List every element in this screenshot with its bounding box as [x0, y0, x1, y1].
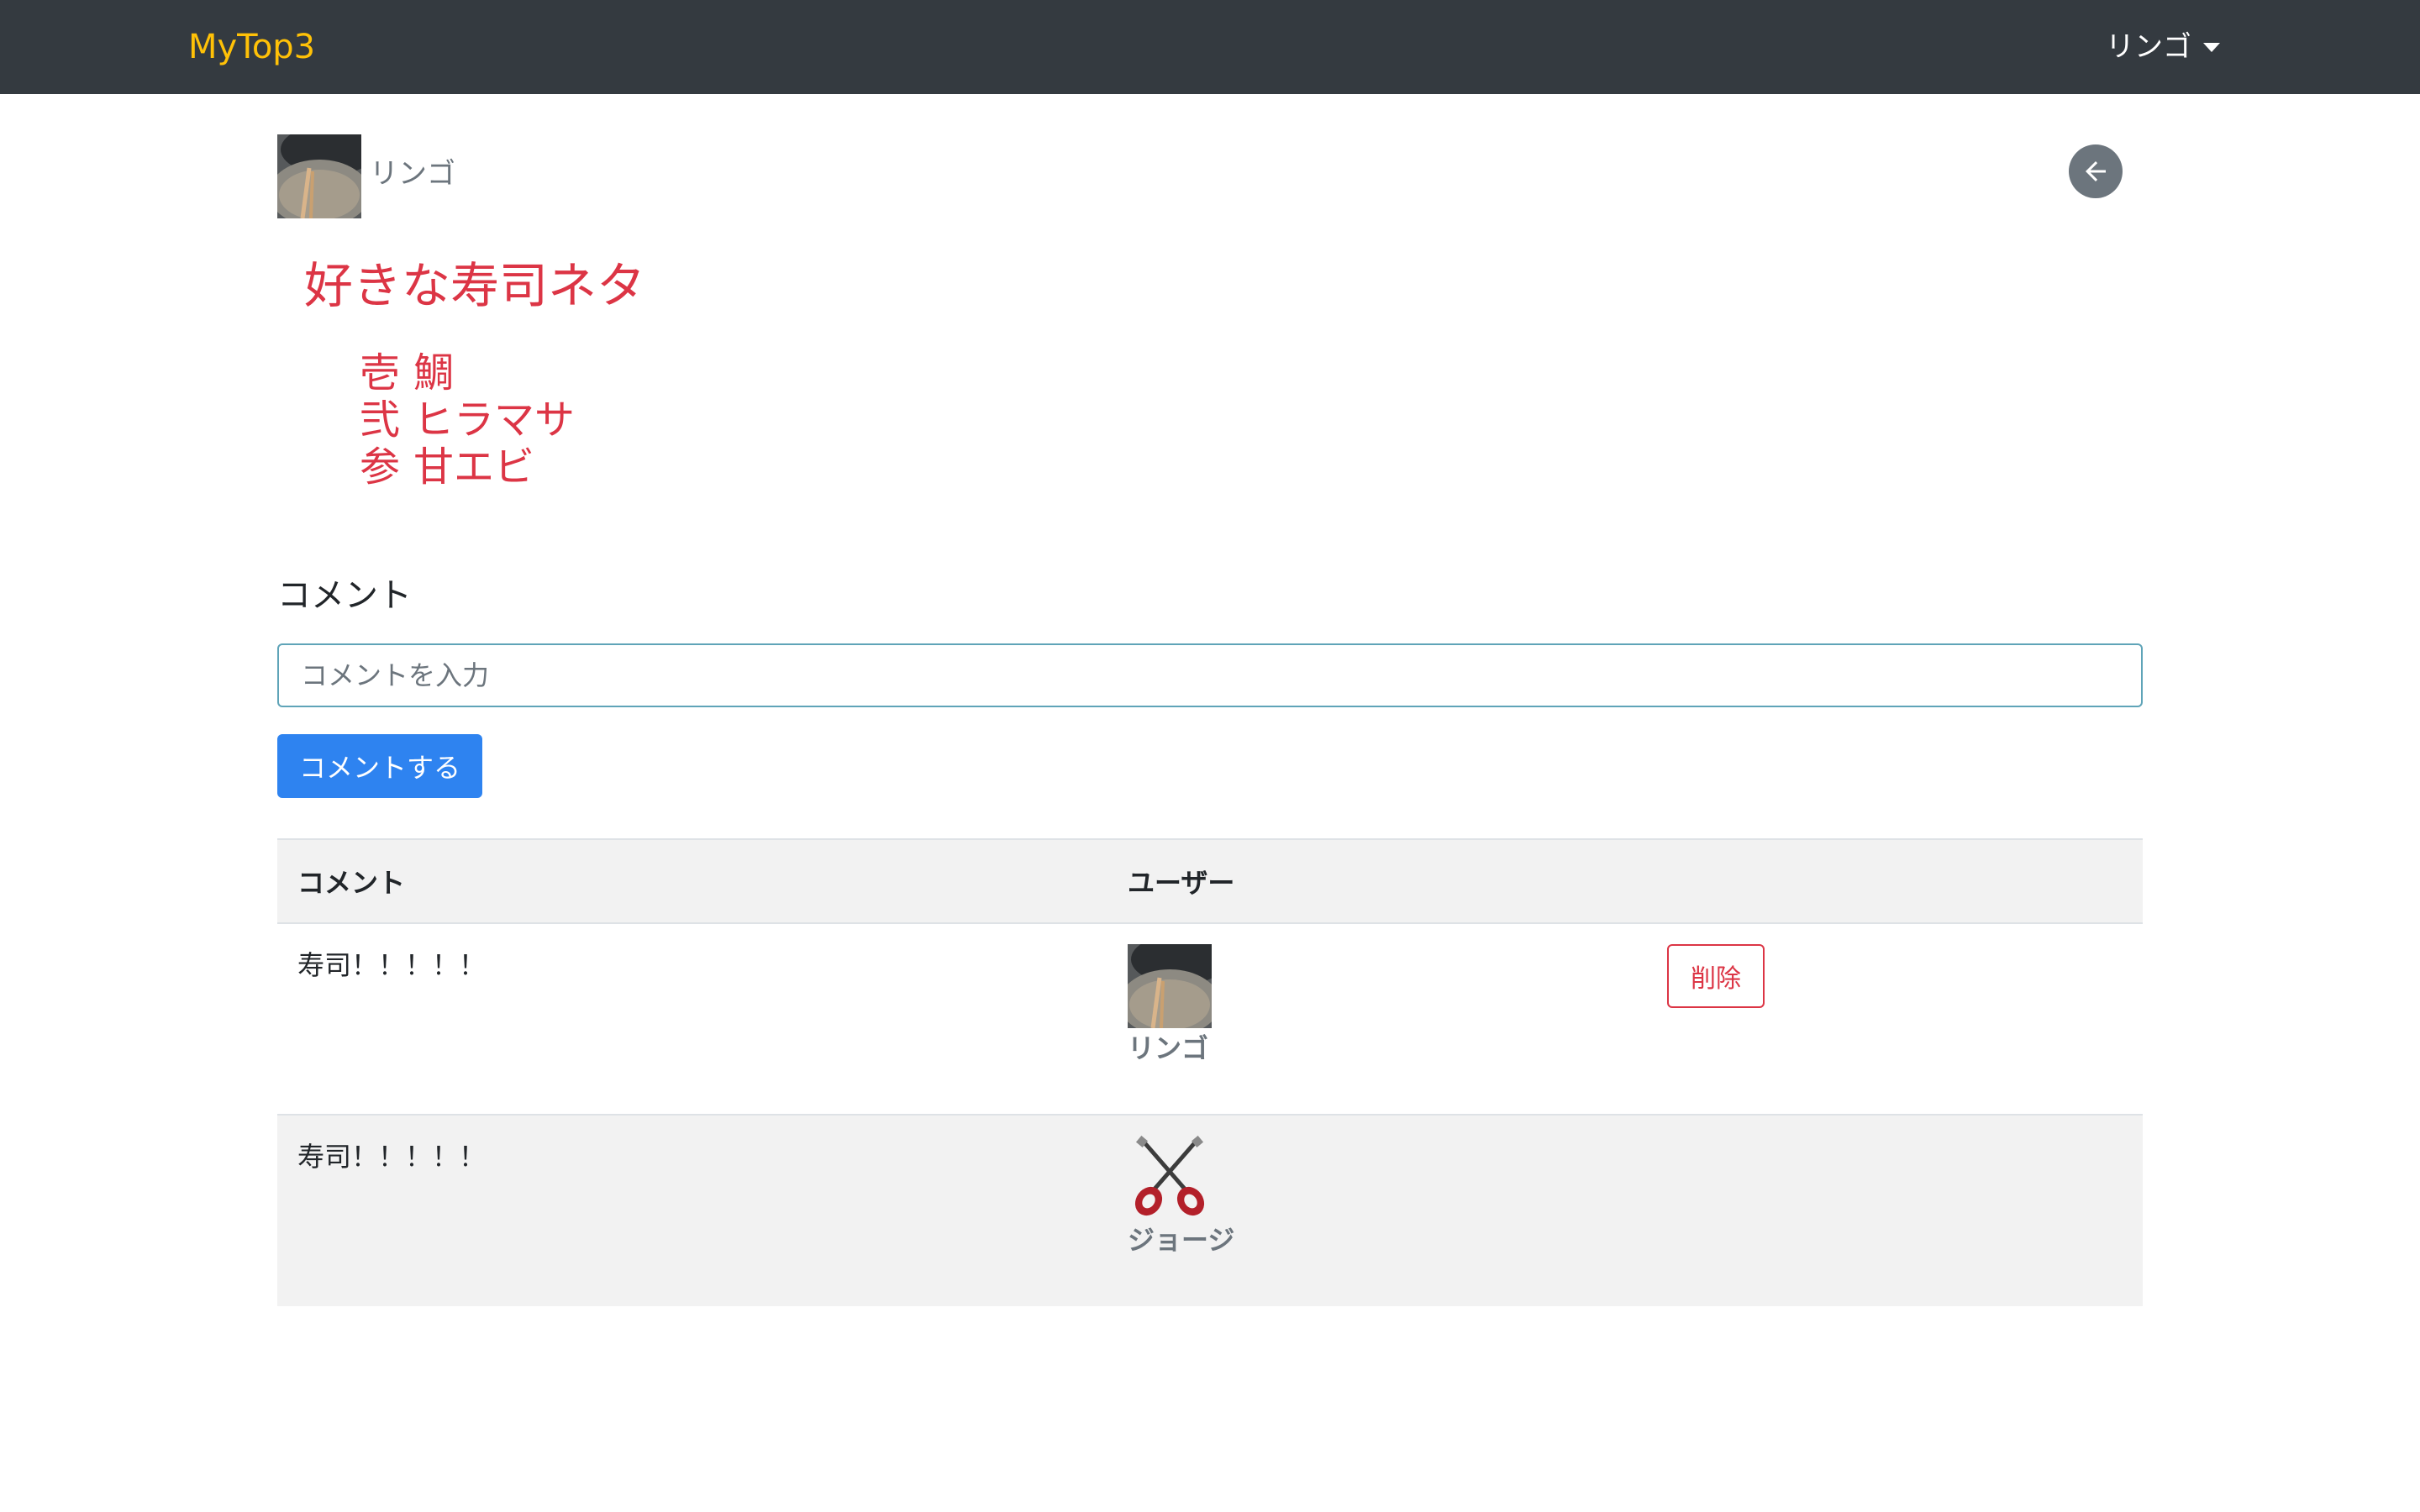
column-header-actions — [1645, 838, 2143, 924]
comment-input[interactable] — [277, 643, 2143, 707]
user-avatar — [1119, 934, 1228, 1037]
rank-number: 参 — [360, 444, 401, 491]
rank-item: 弐 ヒラマサ — [360, 396, 575, 444]
comment-user-cell: ジョージ — [1107, 1115, 1645, 1306]
owner-name: リンゴ — [370, 157, 455, 191]
column-header-comment: コメント — [277, 838, 1107, 924]
brand-link[interactable]: MyTop3 — [188, 24, 315, 71]
caret-down-icon — [2203, 42, 2220, 52]
comment-heading: コメント — [277, 576, 412, 615]
user-menu-dropdown[interactable]: リンゴ — [2106, 24, 2220, 71]
drum-photo-icon — [277, 134, 361, 218]
comment-text: 寿司！！！！！ — [297, 1141, 487, 1173]
user-name: ジョージ — [1128, 1224, 1235, 1256]
rank-value: ヒラマサ — [413, 396, 576, 444]
rank-item: 参 甘エビ — [360, 444, 575, 491]
user-name: リンゴ — [1128, 1032, 1209, 1064]
rank-number: 弐 — [360, 396, 401, 444]
topic-title: 好きな寿司ネタ — [304, 257, 646, 314]
table-row: 寿司！！！！！ リンゴ 削除 — [277, 923, 2143, 1116]
submit-comment-button[interactable]: コメントする — [277, 734, 482, 798]
rank-value: 鯛 — [413, 349, 455, 396]
rank-item: 壱 鯛 — [360, 349, 575, 396]
rank-value: 甘エビ — [413, 444, 535, 491]
rank-list: 壱 鯛 弐 ヒラマサ 参 甘エビ — [360, 349, 575, 491]
comment-actions-cell: 削除 — [1645, 923, 2143, 1116]
comment-text: 寿司！！！！！ — [277, 923, 1107, 1116]
comment-table: コメント ユーザー 寿司！！！！！ リンゴ 削除 寿司！！！！！ ジョージ — [277, 838, 2143, 1306]
delete-comment-button[interactable]: 削除 — [1667, 944, 1765, 1008]
user-menu-label: リンゴ — [2106, 30, 2191, 64]
owner-avatar — [277, 134, 361, 218]
drum-photo-icon — [1119, 934, 1228, 1037]
rank-number: 壱 — [360, 349, 401, 396]
back-button[interactable] — [2069, 144, 2123, 198]
navbar: MyTop3 リンゴ — [0, 0, 2420, 94]
comment-actions-cell — [1645, 1115, 2143, 1306]
column-header-user: ユーザー — [1107, 838, 1645, 924]
table-header-row: コメント ユーザー — [277, 838, 2143, 924]
comment-user-cell: リンゴ — [1107, 923, 1645, 1116]
crossed-guitars-icon — [1134, 1136, 1205, 1216]
table-row: 寿司！！！！！ ジョージ — [277, 1115, 2143, 1306]
arrow-left-icon — [2086, 161, 2106, 181]
